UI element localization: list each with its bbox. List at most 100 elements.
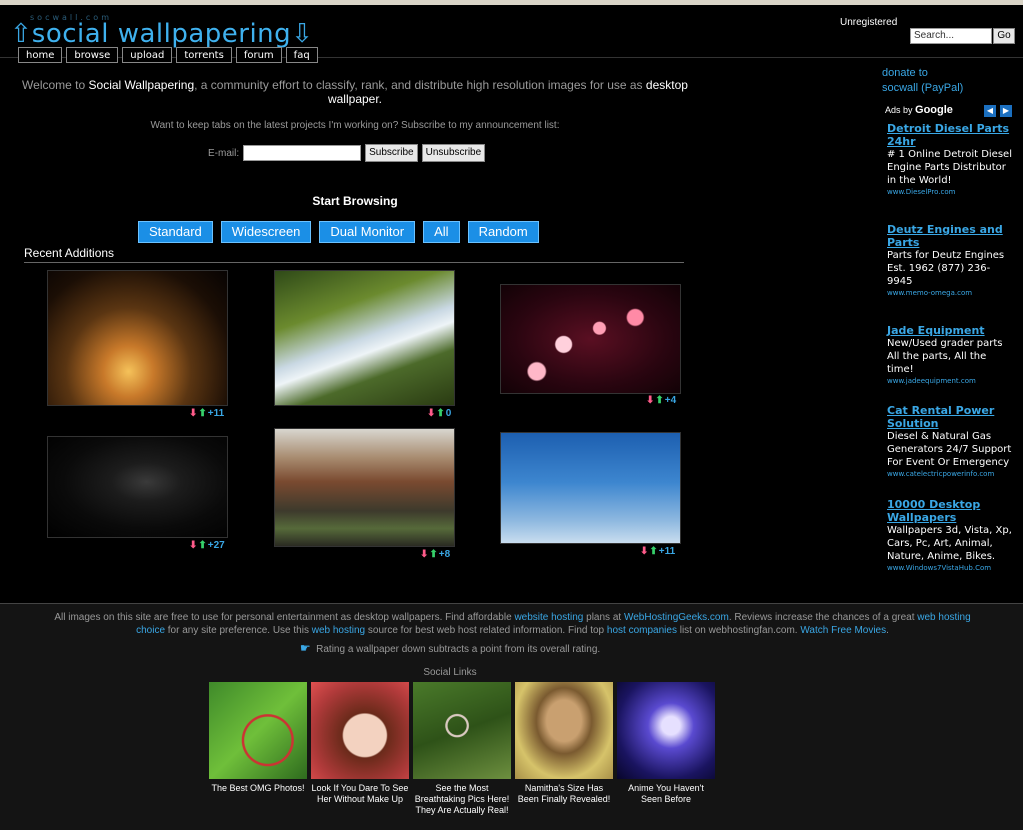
vote-down-icon[interactable]: ⬇ (189, 408, 197, 419)
email-field[interactable] (243, 145, 362, 161)
ad-url[interactable]: www.catelectricpowerinfo.com (887, 469, 1012, 480)
ad-unit[interactable]: Jade Equipment New/Used grader parts All… (887, 324, 1012, 387)
vote-down-icon[interactable]: ⬇ (427, 408, 435, 419)
ad-next-icon[interactable]: ▶ (1000, 105, 1012, 117)
ad-nav: ◀ ▶ (984, 105, 1012, 117)
browse-widescreen-button[interactable]: Widescreen (220, 221, 312, 243)
ad-title[interactable]: Cat Rental Power Solution (887, 404, 1012, 430)
social-image[interactable] (311, 682, 409, 779)
social-caption[interactable]: Namitha's Size Has Been Finally Revealed… (515, 783, 613, 805)
donate-link[interactable]: donate to socwall (PayPal) (882, 66, 1017, 96)
ad-unit[interactable]: 10000 Desktop Wallpapers Wallpapers 3d, … (887, 498, 1012, 574)
nav-faq[interactable]: faq (285, 47, 318, 63)
ad-unit[interactable]: Cat Rental Power Solution Diesel & Natur… (887, 404, 1012, 480)
ads-by-label: Ads by (885, 105, 913, 115)
footer-text: All images on this site are free to use … (40, 611, 985, 637)
wallpaper-thumb-sunset-tree[interactable] (47, 270, 228, 406)
rating-value: +4 (664, 395, 677, 406)
ad-url[interactable]: www.DieselPro.com (887, 187, 1012, 198)
welcome-part3: wallpaper. (327, 92, 383, 106)
browse-dual-monitor-button[interactable]: Dual Monitor (319, 221, 416, 243)
unsubscribe-button[interactable]: Unsubscribe (421, 144, 486, 162)
social-caption[interactable]: See the Most Breathtaking Pics Here! The… (413, 783, 511, 816)
footer-link-host-companies[interactable]: host companies (607, 625, 677, 636)
wallpaper-thumb-dead-tree[interactable] (500, 432, 681, 544)
vote-up-icon[interactable]: ⬆ (198, 408, 206, 419)
down-arrow-icon: ⇩ (291, 19, 313, 49)
browse-buttons: Standard Widescreen Dual Monitor All Ran… (138, 221, 539, 243)
vote-down-icon[interactable]: ⬇ (640, 546, 648, 557)
rating-value: +27 (207, 540, 225, 551)
welcome-part2: , a community effort to classify, rank, … (194, 78, 646, 92)
footer-link-watch-free-movies[interactable]: Watch Free Movies (800, 625, 886, 636)
wallpaper-rating: ⬇ ⬆ +4 (646, 395, 676, 406)
browse-standard-button[interactable]: Standard (138, 221, 213, 243)
donate-line1: donate to (882, 67, 928, 79)
nav-upload[interactable]: upload (122, 47, 173, 63)
vote-up-icon[interactable]: ⬆ (436, 408, 444, 419)
rating-value: +8 (438, 549, 451, 560)
footer-link-web-hosting[interactable]: web hosting (312, 625, 365, 636)
footer-t5: source for best web host related informa… (365, 625, 607, 636)
vote-down-icon[interactable]: ⬇ (420, 549, 428, 560)
welcome-highlight: desktop (645, 78, 688, 92)
footer-link-website-hosting[interactable]: website hosting (514, 612, 583, 623)
social-caption[interactable]: The Best OMG Photos! (209, 783, 307, 794)
social-image[interactable] (209, 682, 307, 779)
wallpaper-rating: ⬇ ⬆ 0 (427, 408, 451, 419)
ad-url[interactable]: www.jadeequipment.com (887, 376, 1012, 387)
browse-random-button[interactable]: Random (467, 221, 539, 243)
social-link[interactable]: Look If You Dare To See Her Without Make… (311, 682, 409, 805)
wallpaper-thumb-river[interactable] (274, 270, 455, 406)
vote-up-icon[interactable]: ⬆ (198, 540, 206, 551)
ad-url[interactable]: www.Windows7VistaHub.Com (887, 563, 1012, 574)
ad-title[interactable]: 10000 Desktop Wallpapers (887, 498, 1012, 524)
social-link[interactable]: Namitha's Size Has Been Finally Revealed… (515, 682, 613, 805)
vote-up-icon[interactable]: ⬆ (655, 395, 663, 406)
social-link[interactable]: See the Most Breathtaking Pics Here! The… (413, 682, 511, 816)
vote-up-icon[interactable]: ⬆ (649, 546, 657, 557)
ad-prev-icon[interactable]: ◀ (984, 105, 996, 117)
nav-forum[interactable]: forum (235, 47, 282, 63)
site-logo[interactable]: ⇧ social wallpapering ⇩ (10, 19, 313, 49)
vote-down-icon[interactable]: ⬇ (646, 395, 654, 406)
subscribe-text: Want to keep tabs on the latest projects… (150, 120, 560, 131)
sidebar: donate to socwall (PayPal) Ads by Google … (882, 66, 1017, 596)
ad-body: Parts for Deutz Engines Est. 1962 (877) … (887, 250, 1005, 287)
footer-t3: . Reviews increase the chances of a grea… (728, 612, 918, 623)
social-image[interactable] (515, 682, 613, 779)
footer-link-webhostinggeeks[interactable]: WebHostingGeeks.com (624, 612, 729, 623)
recent-additions-title: Recent Additions (24, 246, 684, 263)
search-input[interactable]: Search... (910, 28, 992, 44)
social-image[interactable] (617, 682, 715, 779)
social-link[interactable]: The Best OMG Photos! (209, 682, 307, 794)
main-nav: home browse upload torrents forum faq (18, 47, 318, 63)
ad-title[interactable]: Deutz Engines and Parts (887, 223, 1012, 249)
wallpaper-thumb-bokeh[interactable] (500, 284, 681, 394)
nav-torrents[interactable]: torrents (176, 47, 232, 63)
vote-down-icon[interactable]: ⬇ (189, 540, 197, 551)
social-links-title: Social Links (423, 667, 477, 678)
search-go-button[interactable]: Go (993, 28, 1015, 44)
social-caption[interactable]: Anime You Haven't Seen Before (617, 783, 715, 805)
ads-by-google[interactable]: Ads by Google (885, 104, 953, 116)
nav-browse[interactable]: browse (66, 47, 119, 63)
ad-unit[interactable]: Deutz Engines and Parts Parts for Deutz … (887, 223, 1012, 299)
browse-all-button[interactable]: All (423, 221, 460, 243)
ad-title[interactable]: Jade Equipment (887, 324, 1012, 337)
ad-unit[interactable]: Detroit Diesel Parts 24hr # 1 Online Det… (887, 122, 1012, 198)
social-caption[interactable]: Look If You Dare To See Her Without Make… (311, 783, 409, 805)
ad-url[interactable]: www.memo-omega.com (887, 288, 1012, 299)
wallpaper-thumb-skull[interactable] (47, 436, 228, 538)
ad-body: Diesel & Natural Gas Generators 24/7 Sup… (887, 431, 1012, 468)
ad-title[interactable]: Detroit Diesel Parts 24hr (887, 122, 1012, 148)
wallpaper-thumb-industrial[interactable] (274, 428, 455, 547)
social-link[interactable]: Anime You Haven't Seen Before (617, 682, 715, 805)
up-arrow-icon: ⇧ (10, 19, 32, 49)
social-image[interactable] (413, 682, 511, 779)
rating-value: 0 (445, 408, 452, 419)
nav-home[interactable]: home (18, 47, 63, 63)
footer-t1: All images on this site are free to use … (54, 612, 515, 623)
vote-up-icon[interactable]: ⬆ (429, 549, 437, 560)
subscribe-button[interactable]: Subscribe (365, 144, 418, 162)
